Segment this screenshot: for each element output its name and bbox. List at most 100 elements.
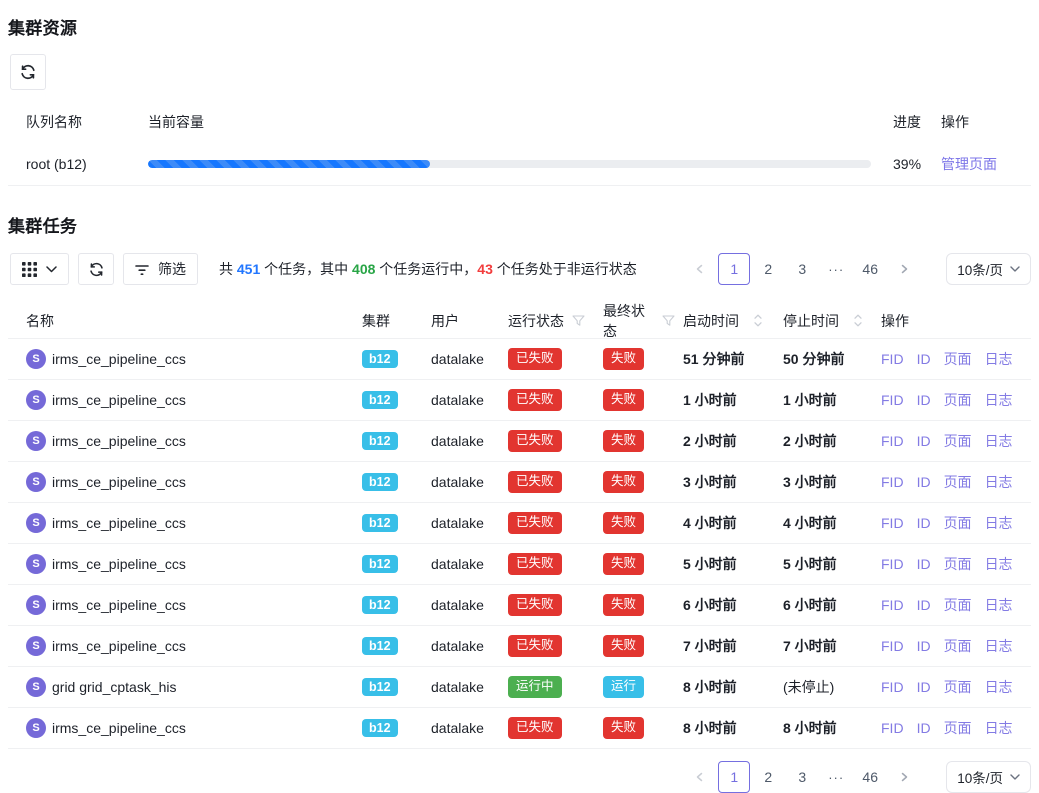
page-button-46[interactable]: 46 <box>854 253 886 285</box>
action-link-fid[interactable]: FID <box>881 679 904 695</box>
avatar: S <box>26 349 46 369</box>
action-link-page[interactable]: 页面 <box>944 636 972 656</box>
action-link-id[interactable]: ID <box>917 392 931 408</box>
action-link-fid[interactable]: FID <box>881 597 904 613</box>
page-button-3[interactable]: 3 <box>786 761 818 793</box>
filter-button[interactable]: 筛选 <box>123 253 198 285</box>
cluster-badge: b12 <box>362 678 398 696</box>
cluster-badge: b12 <box>362 514 398 532</box>
action-link-id[interactable]: ID <box>917 679 931 695</box>
page-size-select[interactable]: 10条/页 <box>946 761 1031 793</box>
chevron-right-icon[interactable] <box>888 761 920 793</box>
header-stop-time: 停止时间 <box>783 311 839 331</box>
task-actions: FID ID 页面日志 <box>875 554 1031 574</box>
action-link-log[interactable]: 日志 <box>985 513 1013 533</box>
table-row: S irms_ce_pipeline_ccs b12 datalake 已失败 … <box>8 503 1031 544</box>
table-row: S irms_ce_pipeline_ccs b12 datalake 已失败 … <box>8 544 1031 585</box>
funnel-icon[interactable] <box>662 315 675 327</box>
chevron-left-icon[interactable] <box>684 253 716 285</box>
cluster-badge: b12 <box>362 555 398 573</box>
start-time: 6 小时前 <box>683 595 737 615</box>
avatar: S <box>26 554 46 574</box>
action-link-page[interactable]: 页面 <box>944 472 972 492</box>
action-link-log[interactable]: 日志 <box>985 390 1013 410</box>
chevron-left-icon[interactable] <box>684 761 716 793</box>
avatar: S <box>26 431 46 451</box>
header-start-time: 启动时间 <box>683 311 739 331</box>
cluster-badge: b12 <box>362 473 398 491</box>
action-link-id[interactable]: ID <box>917 474 931 490</box>
summary-text: 个任务，其中 <box>260 261 352 277</box>
cluster-badge: b12 <box>362 719 398 737</box>
action-link-log[interactable]: 日志 <box>985 595 1013 615</box>
tasks-table-header: 名称 集群 用户 运行状态 最终状态 启动时间 <box>8 303 1031 339</box>
action-link-id[interactable]: ID <box>917 351 931 367</box>
action-link-page[interactable]: 页面 <box>944 349 972 369</box>
page-button-3[interactable]: 3 <box>786 253 818 285</box>
action-link-id[interactable]: ID <box>917 433 931 449</box>
task-name: irms_ce_pipeline_ccs <box>52 638 186 654</box>
task-name: irms_ce_pipeline_ccs <box>52 433 186 449</box>
action-link-fid[interactable]: FID <box>881 392 904 408</box>
final-status-badge: 失败 <box>603 471 644 493</box>
action-link-fid[interactable]: FID <box>881 433 904 449</box>
action-link-fid[interactable]: FID <box>881 351 904 367</box>
run-status-badge: 已失败 <box>508 512 562 534</box>
action-link-fid[interactable]: FID <box>881 638 904 654</box>
run-status-badge: 已失败 <box>508 430 562 452</box>
run-status-badge: 运行中 <box>508 676 562 698</box>
page-button-46[interactable]: 46 <box>854 761 886 793</box>
stopped-task-count: 43 <box>477 261 493 277</box>
action-link-log[interactable]: 日志 <box>985 554 1013 574</box>
action-link-fid[interactable]: FID <box>881 556 904 572</box>
action-link-log[interactable]: 日志 <box>985 677 1013 697</box>
page-button-1[interactable]: 1 <box>718 761 750 793</box>
sort-icon[interactable] <box>753 313 763 328</box>
action-link-id[interactable]: ID <box>917 597 931 613</box>
chevron-right-icon[interactable] <box>888 253 920 285</box>
action-link-page[interactable]: 页面 <box>944 677 972 697</box>
manage-page-link[interactable]: 管理页面 <box>941 156 997 172</box>
action-link-id[interactable]: ID <box>917 556 931 572</box>
action-link-page[interactable]: 页面 <box>944 718 972 738</box>
resources-table: 队列名称 当前容量 进度 操作 root (b12) 39% 管理页面 <box>8 102 1031 186</box>
task-actions: FID ID 页面日志 <box>875 472 1031 492</box>
page-size-select[interactable]: 10条/页 <box>946 253 1031 285</box>
action-link-log[interactable]: 日志 <box>985 718 1013 738</box>
action-link-id[interactable]: ID <box>917 515 931 531</box>
page-button-2[interactable]: 2 <box>752 253 784 285</box>
resources-refresh-button[interactable] <box>10 54 46 90</box>
task-name: irms_ce_pipeline_ccs <box>52 351 186 367</box>
action-link-fid[interactable]: FID <box>881 720 904 736</box>
page-button-1[interactable]: 1 <box>718 253 750 285</box>
header-progress: 进度 <box>885 112 941 132</box>
funnel-icon[interactable] <box>572 315 585 327</box>
run-status-badge: 已失败 <box>508 553 562 575</box>
action-link-id[interactable]: ID <box>917 720 931 736</box>
task-name: irms_ce_pipeline_ccs <box>52 392 186 408</box>
final-status-badge: 失败 <box>603 389 644 411</box>
action-link-id[interactable]: ID <box>917 638 931 654</box>
action-link-log[interactable]: 日志 <box>985 349 1013 369</box>
action-link-log[interactable]: 日志 <box>985 472 1013 492</box>
tasks-refresh-button[interactable] <box>78 253 114 285</box>
avatar: S <box>26 595 46 615</box>
run-status-badge: 已失败 <box>508 717 562 739</box>
cluster-badge: b12 <box>362 432 398 450</box>
view-columns-button[interactable] <box>10 253 69 285</box>
action-link-log[interactable]: 日志 <box>985 636 1013 656</box>
action-link-log[interactable]: 日志 <box>985 431 1013 451</box>
resources-table-row: root (b12) 39% 管理页面 <box>8 142 1031 186</box>
action-link-fid[interactable]: FID <box>881 474 904 490</box>
action-link-page[interactable]: 页面 <box>944 595 972 615</box>
task-user: datalake <box>423 597 500 613</box>
page-button-2[interactable]: 2 <box>752 761 784 793</box>
action-link-page[interactable]: 页面 <box>944 390 972 410</box>
action-link-page[interactable]: 页面 <box>944 431 972 451</box>
run-status-badge: 已失败 <box>508 594 562 616</box>
sort-icon[interactable] <box>853 313 863 328</box>
action-link-page[interactable]: 页面 <box>944 554 972 574</box>
action-link-fid[interactable]: FID <box>881 515 904 531</box>
action-link-page[interactable]: 页面 <box>944 513 972 533</box>
avatar: S <box>26 472 46 492</box>
